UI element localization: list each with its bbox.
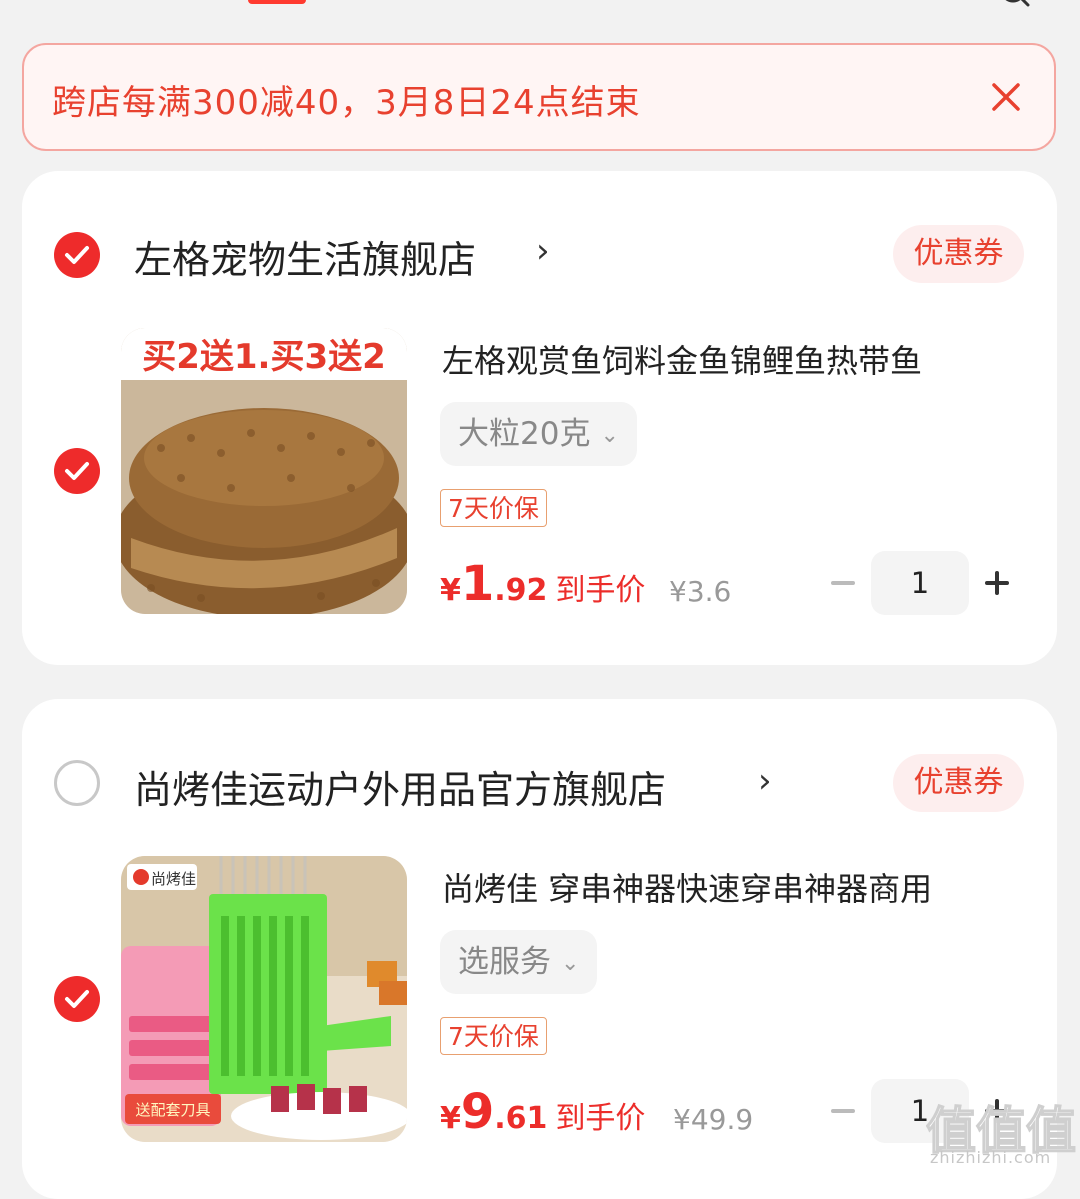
minus-button[interactable]	[831, 581, 855, 585]
sku-selector[interactable]: 选服务 ⌄	[440, 930, 598, 994]
product-image[interactable]: 尚烤佳 送配套刀具	[121, 856, 407, 1142]
store-name[interactable]: 左格宠物生活旗舰店	[134, 229, 476, 284]
sku-label: 大粒20克	[458, 416, 591, 452]
search-icon[interactable]	[1004, 0, 1030, 8]
check-icon	[65, 246, 89, 264]
product-title[interactable]: 左格观赏鱼饲料金鱼锦鲤鱼热带鱼	[442, 336, 922, 382]
price-protect-badge: 7天价保	[440, 1017, 547, 1055]
active-tab-indicator	[248, 0, 306, 4]
product-title[interactable]: 尚烤佳 穿串神器快速穿串神器商用	[442, 864, 932, 910]
chevron-down-icon: ⌄	[561, 950, 580, 976]
image-brand-text: 尚烤佳	[151, 870, 196, 888]
coupon-button[interactable]: 优惠券	[893, 225, 1024, 283]
plus-button[interactable]	[985, 571, 1009, 595]
final-price: ¥1.92 到手价	[440, 556, 646, 612]
store-card: 尚烤佳运动户外用品官方旗舰店 › 优惠券 尚烤佳 送配套刀具 尚烤佳 穿串神器快…	[22, 699, 1057, 1199]
price-protect-badge: 7天价保	[440, 489, 547, 527]
quantity-input[interactable]: 1	[871, 551, 969, 615]
check-icon	[65, 990, 89, 1008]
item-checkbox[interactable]	[54, 976, 100, 1022]
original-price: ¥3.6	[669, 575, 732, 608]
coupon-button[interactable]: 优惠券	[893, 754, 1024, 812]
sku-label: 选服务	[458, 944, 551, 980]
product-image[interactable]: 买2送1.买3送2	[121, 328, 407, 614]
store-name[interactable]: 尚烤佳运动户外用品官方旗舰店	[134, 759, 666, 814]
item-checkbox[interactable]	[54, 448, 100, 494]
store-checkbox[interactable]	[54, 760, 100, 806]
promo-banner: 跨店每满300减40，3月8日24点结束	[22, 43, 1056, 151]
close-icon[interactable]	[986, 77, 1026, 117]
chevron-right-icon[interactable]: ›	[536, 231, 550, 271]
store-card: 左格宠物生活旗舰店 › 优惠券 买2送1.买3送2 左格观赏鱼饲料金鱼锦鲤鱼热带…	[22, 171, 1057, 665]
watermark-site: zhizhizhi.com	[930, 1148, 1052, 1167]
chevron-right-icon[interactable]: ›	[758, 761, 772, 801]
sku-selector[interactable]: 大粒20克 ⌄	[440, 402, 637, 466]
original-price: ¥49.9	[673, 1103, 754, 1136]
image-banner-text: 买2送1.买3送2	[142, 337, 386, 377]
image-tag-text: 送配套刀具	[135, 1101, 210, 1119]
promo-text: 跨店每满300减40，3月8日24点结束	[52, 83, 641, 123]
final-price: ¥9.61 到手价	[440, 1084, 646, 1140]
store-checkbox[interactable]	[54, 232, 100, 278]
chevron-down-icon: ⌄	[600, 422, 619, 448]
check-icon	[65, 462, 89, 480]
minus-button[interactable]	[831, 1109, 855, 1113]
